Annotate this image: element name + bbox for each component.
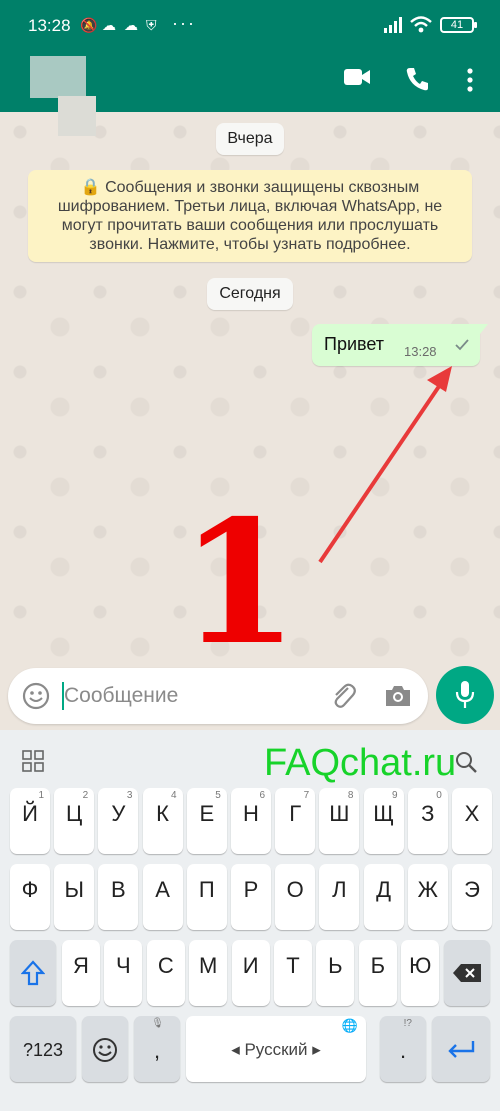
key-row2-2[interactable]: В [98,864,139,930]
emoji-key[interactable] [82,1016,128,1082]
key-label: Я [73,953,89,978]
key-row2-8[interactable]: Д [363,864,404,930]
key-label: Н [243,801,259,826]
key-row2-4[interactable]: П [186,864,227,930]
key-hint: 1 [38,790,44,801]
watermark: FAQchat.ru [264,742,457,784]
mic-hint-icon: 🎙 [151,1018,164,1029]
key-label: Д [376,877,392,902]
key-row1-0[interactable]: 1Й [10,788,50,854]
key-label: Щ [373,801,394,826]
key-hint: 4 [171,790,177,801]
key-row3-5[interactable]: Т [274,940,312,1006]
attach-icon[interactable] [328,680,358,712]
key-row1-5[interactable]: 6Н [231,788,271,854]
key-label: Ш [329,801,350,826]
key-row2-9[interactable]: Ж [407,864,448,930]
camera-icon[interactable] [384,684,412,708]
key-row1-3[interactable]: 4К [142,788,183,854]
key-label: Е [199,801,215,826]
message-input[interactable]: Сообщение [8,668,428,724]
key-label: З [421,801,435,826]
key-hint: 3 [126,790,133,801]
key-hint: 7 [303,790,310,801]
message-placeholder: Сообщение [64,684,179,707]
key-label: Б [370,953,386,978]
apps-grid-icon[interactable] [22,750,44,772]
key-label: Ф [21,877,39,902]
key-row3-6[interactable]: Ь [316,940,355,1006]
key-row3-8[interactable]: Ю [401,940,440,1006]
key-row2-5[interactable]: Р [231,864,271,930]
key-row1-1[interactable]: 2Ц [54,788,95,854]
key-row2-0[interactable]: Ф [10,864,50,930]
globe-icon: 🌐 [341,1018,358,1033]
key-label: Ы [64,877,84,902]
key-label: Э [464,877,480,902]
key-row3-1[interactable]: Ч [104,940,143,1006]
key-label: Г [289,801,302,826]
period-key[interactable]: !?. [380,1016,426,1082]
key-label: П [198,877,215,902]
key-row1-7[interactable]: 8Ш [319,788,360,854]
shift-icon [21,960,45,986]
key-row2-10[interactable]: Э [452,864,492,930]
key-row3-7[interactable]: Б [358,940,397,1006]
key-row2-1[interactable]: Ы [54,864,95,930]
key-row2-7[interactable]: Л [319,864,360,930]
key-label: А [155,877,170,902]
enter-icon [448,1041,475,1058]
key-row2-6[interactable]: О [275,864,316,930]
shift-key[interactable] [10,940,56,1006]
backspace-icon [453,964,481,982]
key-label: И [242,953,259,978]
space-key[interactable]: 🌐 ◂ Русский ▸ [186,1016,366,1082]
key-label: С [157,953,174,978]
space-key-label: ◂ Русский ▸ [231,1040,321,1059]
key-hint: 5 [215,790,221,801]
emoji-key-icon [93,1038,117,1062]
key-label: К [156,801,169,826]
key-row1-4[interactable]: 5Е [186,788,227,854]
key-label: О [286,877,304,902]
key-hint: 0 [436,790,442,801]
key-row3-4[interactable]: И [231,940,270,1006]
key-label: В [111,877,126,902]
key-label: Л [332,877,347,902]
key-label: М [199,953,218,978]
enter-key[interactable] [432,1016,490,1082]
mic-button[interactable] [436,666,494,724]
comma-key[interactable]: 🎙, [134,1016,180,1082]
key-row3-3[interactable]: М [189,940,228,1006]
key-label: Ц [66,801,83,826]
key-hint: 2 [82,790,89,801]
key-row3-2[interactable]: С [146,940,185,1006]
key-row1-6[interactable]: 7Г [275,788,316,854]
key-label: Ч [116,953,131,978]
key-label: Х [464,801,480,826]
search-icon[interactable] [454,750,478,774]
key-hint: 8 [347,790,354,801]
key-row1-10[interactable]: Х [452,788,492,854]
emoji-icon[interactable] [22,682,50,710]
key-row1-9[interactable]: 0З [407,788,448,854]
backspace-key[interactable] [444,940,490,1006]
key-label: Р [243,877,259,902]
key-label: У [111,801,126,826]
key-label: Ь [328,953,343,978]
key-label: Ю [409,953,432,978]
mic-icon [455,681,475,708]
numbers-key[interactable]: ?123 [10,1016,76,1082]
key-label: Й [22,801,38,826]
key-hint: 9 [392,790,398,801]
key-row3-0[interactable]: Я [62,940,100,1006]
key-label: Ж [417,877,438,902]
key-row1-8[interactable]: 9Щ [363,788,404,854]
key-label: Т [286,953,300,978]
key-row2-3[interactable]: А [142,864,183,930]
annotation-number: 1 [180,483,299,683]
key-row1-2[interactable]: 3У [98,788,139,854]
key-hint: 6 [259,790,265,801]
